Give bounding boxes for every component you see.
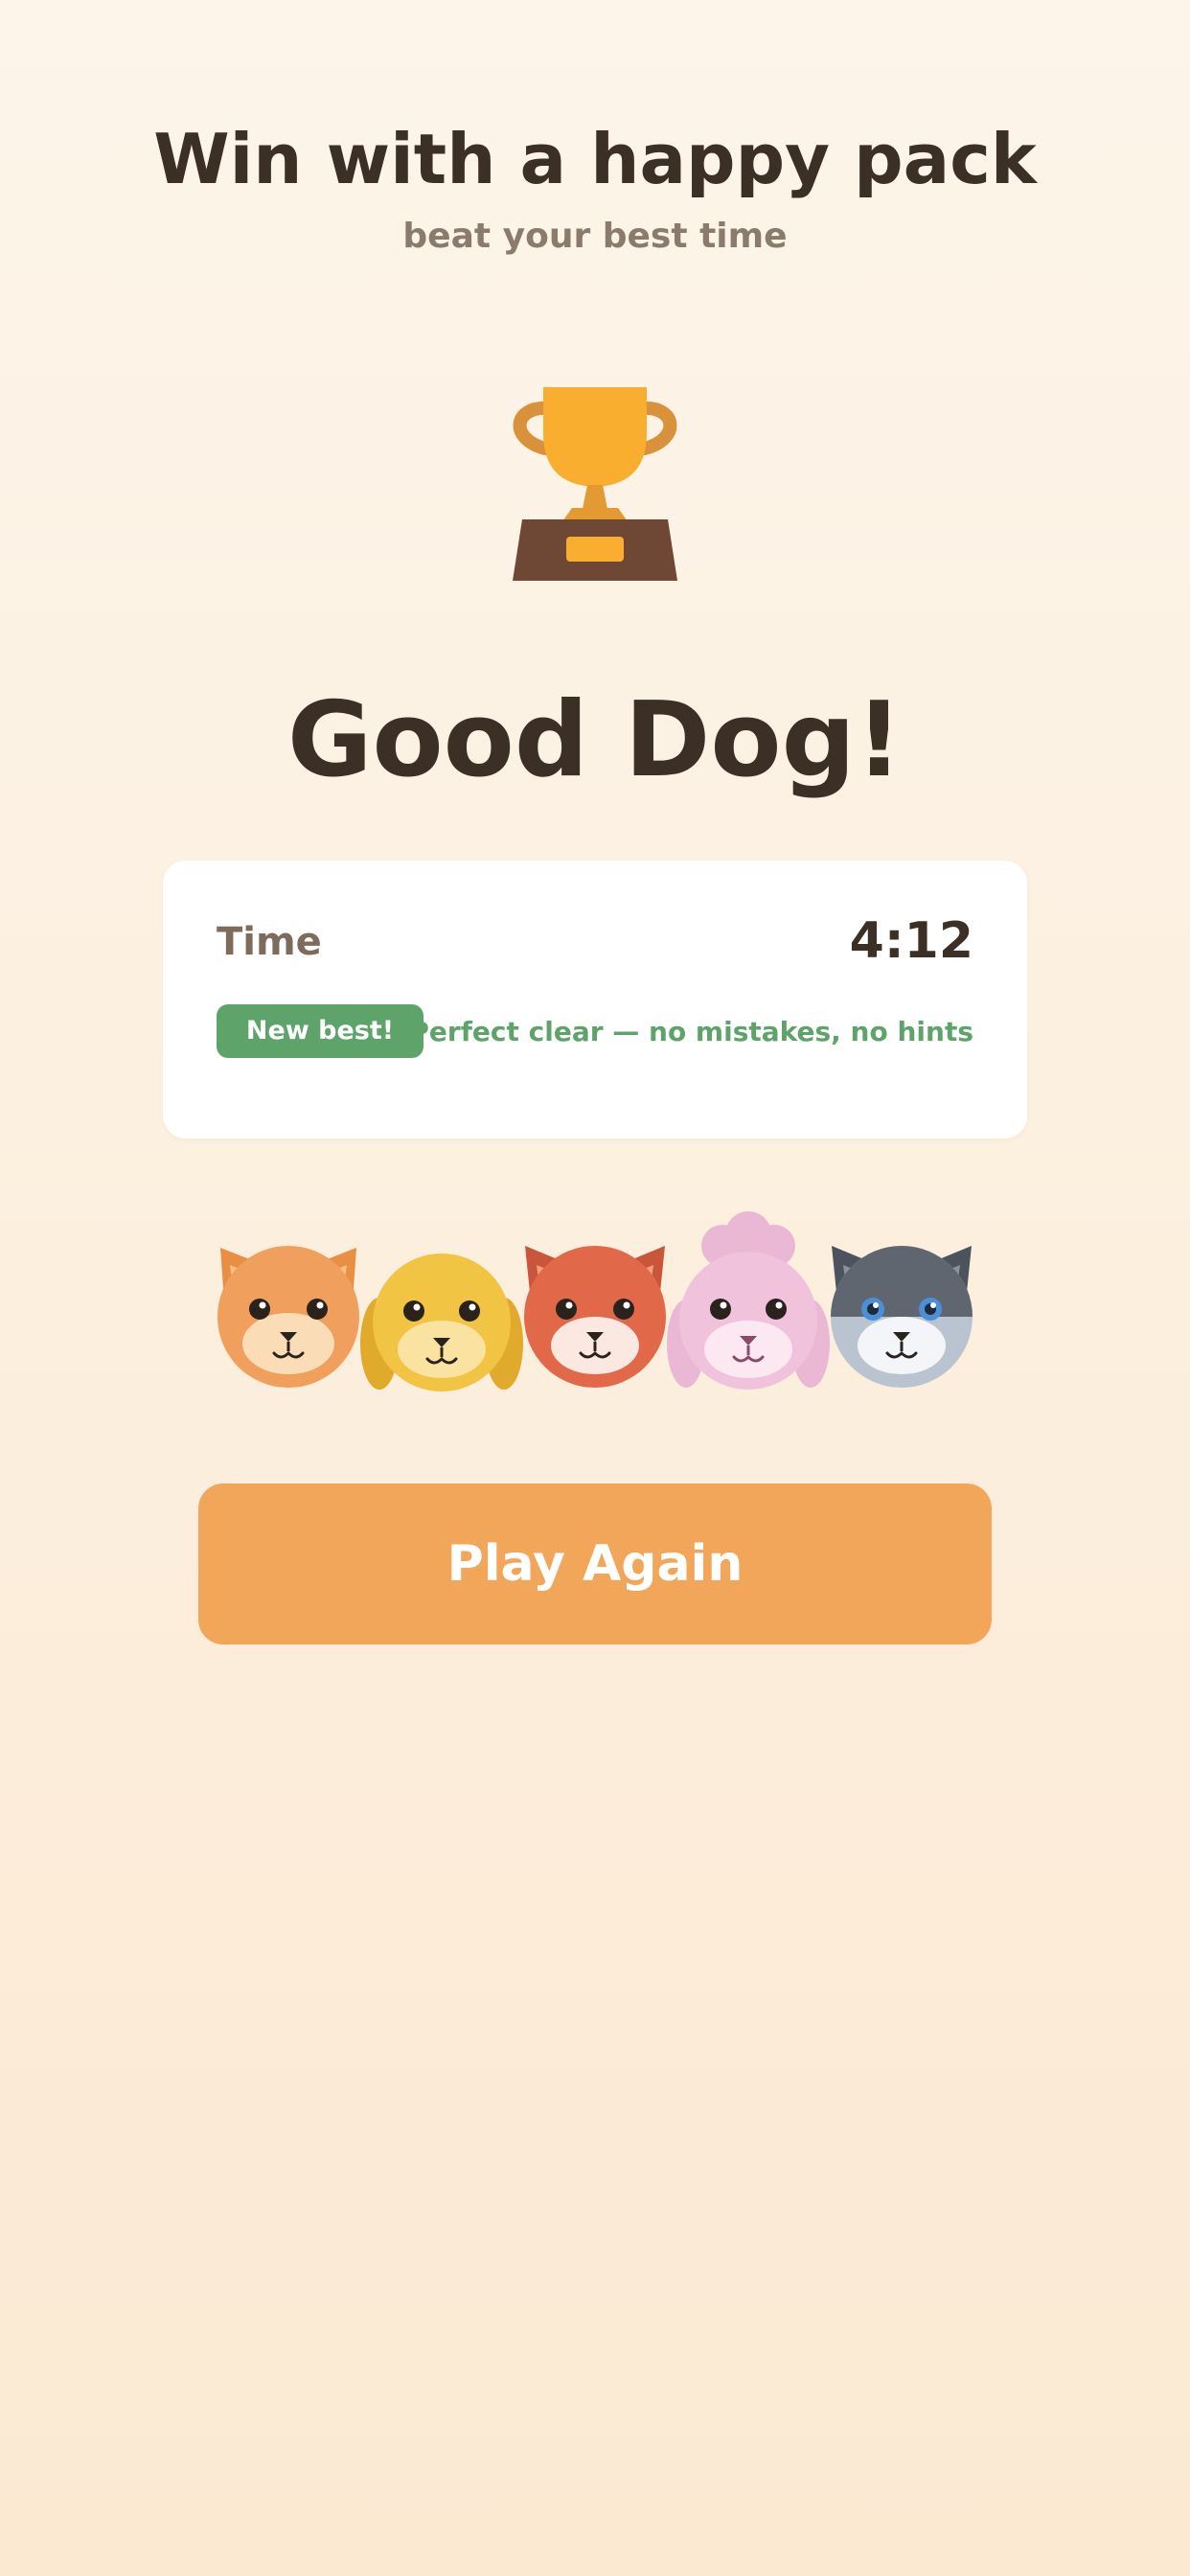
time-label: Time <box>217 920 322 964</box>
trophy-icon <box>513 387 677 581</box>
new-best-badge: New best! <box>217 1004 423 1058</box>
time-value: 4:12 <box>849 912 973 970</box>
red-pup-icon <box>524 1246 666 1388</box>
orange-pup-icon <box>217 1246 359 1388</box>
play-again-button[interactable]: Play Again <box>198 1484 992 1644</box>
headline: Win with a happy pack <box>153 119 1037 199</box>
result-title: Good Dog! <box>286 680 904 800</box>
perfect-clear-text: Perfect clear — no mistakes, no hints <box>409 1016 973 1047</box>
pack-row <box>207 1209 983 1401</box>
stats-card: Time 4:12 New best! Perfect clear — no m… <box>163 861 1027 1138</box>
grey-pup-icon <box>831 1246 973 1388</box>
golden-pup-icon <box>360 1254 523 1392</box>
subheadline: beat your best time <box>402 217 788 256</box>
win-screen: Win with a happy pack beat your best tim… <box>0 0 1190 2576</box>
pink-pup-icon <box>667 1211 830 1390</box>
